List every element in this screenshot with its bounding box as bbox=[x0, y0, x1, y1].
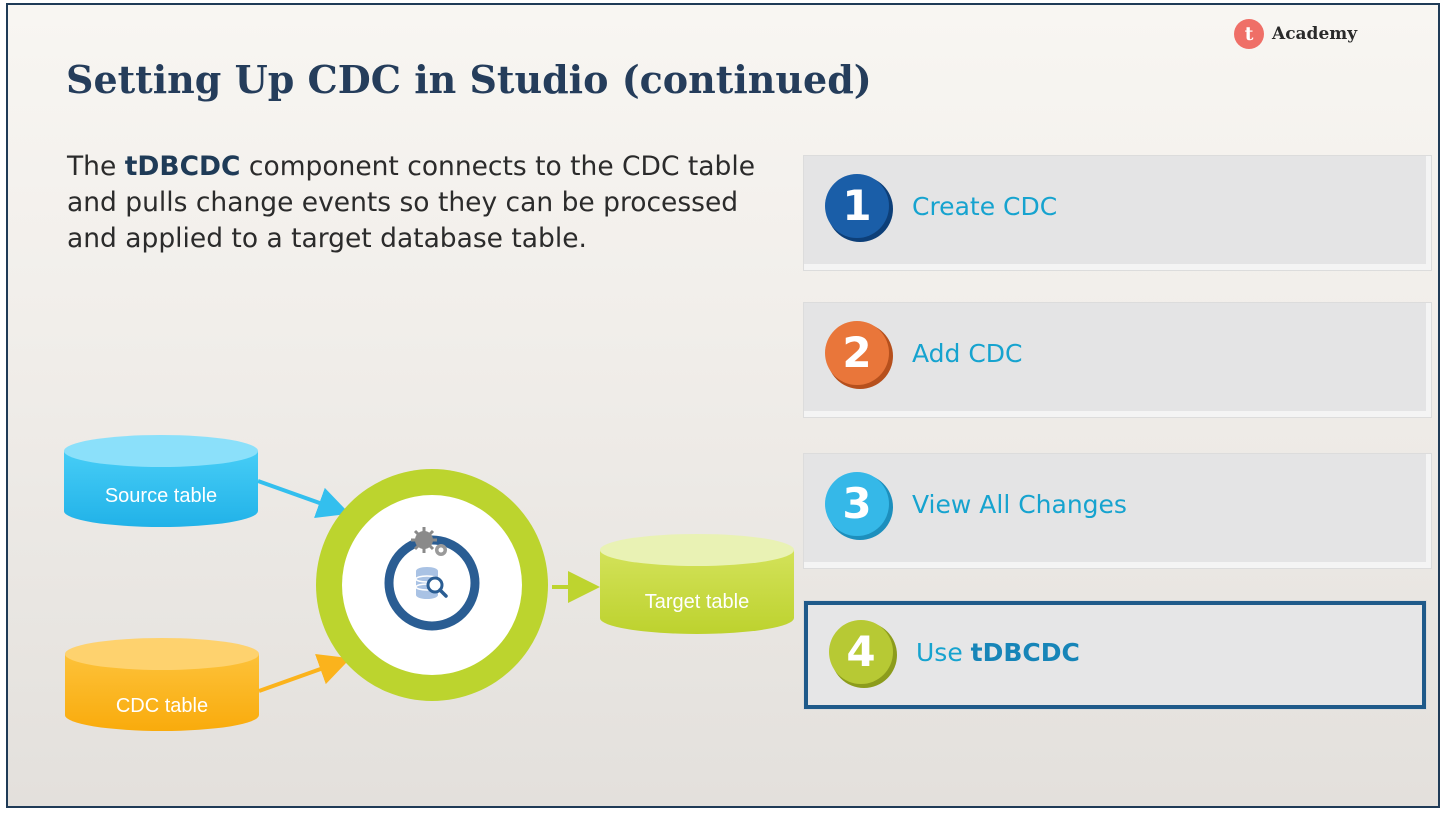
svg-text:4: 4 bbox=[846, 627, 875, 676]
source-table-cylinder: Source table bbox=[64, 435, 258, 527]
step-2-label: Add CDC bbox=[912, 339, 1023, 368]
svg-text:2: 2 bbox=[842, 328, 871, 377]
svg-text:3: 3 bbox=[842, 479, 871, 528]
target-table-label: Target table bbox=[645, 591, 750, 613]
source-arrow bbox=[257, 479, 350, 518]
source-table-label: Source table bbox=[105, 485, 217, 507]
step-1-label: Create CDC bbox=[912, 192, 1058, 221]
slide: t Academy Setting Up CDC in Studio (cont… bbox=[6, 3, 1440, 808]
step-4-number-icon: 4 bbox=[829, 620, 897, 688]
svg-text:1: 1 bbox=[842, 181, 871, 230]
step-4-label: Use tDBCDC bbox=[916, 638, 1080, 667]
cdc-table-cylinder: CDC table bbox=[65, 638, 259, 731]
target-table-cylinder: Target table bbox=[600, 534, 794, 634]
cdc-table-label: CDC table bbox=[116, 695, 208, 717]
step-4-label-bold: tDBCDC bbox=[970, 638, 1080, 667]
step-3-view-all-changes: 3 View All Changes bbox=[804, 454, 1431, 568]
step-1-number-icon: 1 bbox=[825, 174, 893, 242]
cdc-arrow bbox=[258, 654, 351, 693]
step-2-add-cdc: 2 Add CDC bbox=[804, 303, 1431, 417]
step-4-label-prefix: Use bbox=[916, 638, 971, 667]
step-3-number-icon: 3 bbox=[825, 472, 893, 540]
step-2-number-icon: 2 bbox=[825, 321, 893, 389]
step-1-create-cdc: 1 Create CDC bbox=[804, 156, 1431, 270]
step-4-use-tdbcdc: 4 Use tDBCDC bbox=[804, 601, 1426, 709]
step-3-label: View All Changes bbox=[912, 490, 1127, 519]
